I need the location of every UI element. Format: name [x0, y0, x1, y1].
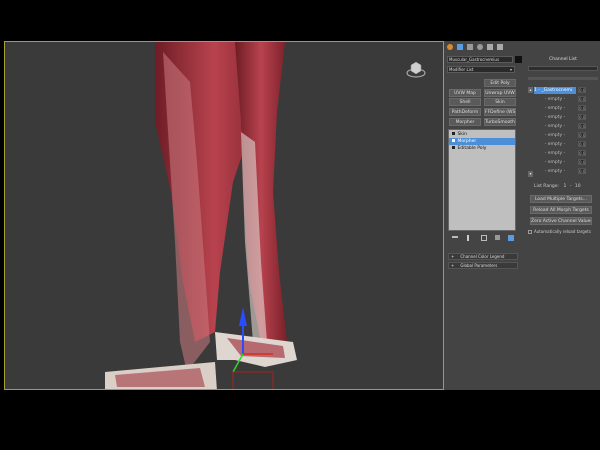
- object-color-swatch[interactable]: [515, 56, 522, 63]
- channel-separator: [528, 77, 598, 80]
- load-multiple-targets-button[interactable]: Load Multiple Targets...: [530, 195, 592, 203]
- rollout-plus-icon: +: [451, 254, 455, 259]
- unwrap-uvw-button[interactable]: Unwrap UVW: [484, 89, 516, 97]
- edit-poly-button[interactable]: Edit Poly: [484, 79, 516, 87]
- morpher-button[interactable]: Morpher: [449, 118, 481, 126]
- anatomy-render: [105, 42, 297, 389]
- create-icon[interactable]: [447, 44, 453, 50]
- channel-item-empty[interactable]: - empty -: [534, 123, 576, 130]
- rollout-label: Global Parameters: [460, 263, 498, 268]
- stack-item-editable-poly[interactable]: Editable Poly: [449, 145, 515, 152]
- scroll-up-icon[interactable]: ▴: [528, 87, 533, 93]
- channel-value-spinner[interactable]: 0.0: [578, 114, 586, 120]
- checkbox-label: Automatically reload targets: [534, 229, 591, 234]
- channel-list-header: Channel List: [549, 57, 577, 62]
- channel-value-spinner[interactable]: 0.0: [578, 96, 586, 102]
- channel-item-empty[interactable]: - empty -: [534, 114, 576, 121]
- channel-value-spinner[interactable]: 0.0: [578, 105, 586, 111]
- rollout-plus-icon: +: [451, 263, 455, 268]
- channel-value-spinner[interactable]: 0.0: [578, 159, 586, 165]
- modifier-list-dropdown[interactable]: Modifier List: [447, 66, 515, 73]
- channel-value-spinner[interactable]: 0.0: [578, 123, 586, 129]
- list-range-label: List Range:: [534, 184, 560, 189]
- channel-item-empty[interactable]: - empty -: [534, 150, 576, 157]
- stack-item-skin[interactable]: Skin: [449, 131, 515, 138]
- chevron-down-icon: ▾: [510, 67, 513, 72]
- stack-item-label: Skin: [457, 132, 468, 137]
- ffdefine-button[interactable]: FFDefine (WS): [484, 108, 516, 116]
- checkbox-icon[interactable]: [528, 230, 532, 234]
- list-range-separator: -: [569, 184, 572, 189]
- list-range-from[interactable]: 1: [564, 183, 567, 191]
- channel-item-empty[interactable]: - empty -: [534, 132, 576, 139]
- modify-icon[interactable]: [457, 44, 463, 50]
- channel-value-spinner[interactable]: 0.0: [578, 141, 586, 147]
- stack-item-label: Morpher: [457, 139, 477, 144]
- reload-all-morph-targets-button[interactable]: Reload All Morph Targets: [530, 206, 592, 214]
- make-unique-icon[interactable]: [481, 235, 487, 241]
- channel-item-empty[interactable]: - empty -: [534, 96, 576, 103]
- light-bulb-icon[interactable]: [452, 146, 455, 149]
- turbosmooth-button[interactable]: TurboSmooth: [484, 118, 516, 126]
- rollout-global-parameters[interactable]: + Global Parameters: [448, 262, 518, 269]
- skin-button[interactable]: Skin: [484, 98, 516, 106]
- channel-progress-bar: [528, 66, 598, 71]
- shell-button[interactable]: Shell: [449, 98, 481, 106]
- uvw-map-button[interactable]: UVW Map: [449, 89, 481, 97]
- configure-modifier-sets-icon[interactable]: [508, 235, 514, 241]
- channel-value-spinner[interactable]: 0.0: [578, 168, 586, 174]
- channel-item-empty[interactable]: - empty -: [534, 105, 576, 112]
- stack-toolbar: [450, 235, 516, 243]
- channel-item-empty[interactable]: - empty -: [534, 168, 576, 175]
- viewport-perspective[interactable]: [4, 41, 444, 390]
- zero-active-channel-values-button[interactable]: Zero Active Channel Values: [530, 217, 592, 225]
- pathdeform-button[interactable]: PathDeform: [449, 108, 481, 116]
- channel-value-spinner[interactable]: 0.0: [578, 132, 586, 138]
- scroll-down-icon[interactable]: ▾: [528, 171, 533, 177]
- list-range-to[interactable]: 10: [575, 184, 581, 189]
- list-range: List Range: 1 - 10: [534, 183, 598, 191]
- modifier-stack: Skin Morpher Editable Poly: [448, 129, 516, 231]
- viewcube-icon[interactable]: [406, 59, 426, 79]
- channel-value-spinner[interactable]: 0.0: [578, 150, 586, 156]
- channel-item-1[interactable]: 1 - _Gastrocnemi: [534, 87, 576, 94]
- object-name-field[interactable]: Muscular_Gastrocnemius: [447, 56, 513, 63]
- light-bulb-icon[interactable]: [452, 132, 455, 135]
- channel-value-spinner[interactable]: 0.0: [578, 87, 586, 93]
- motion-icon[interactable]: [477, 44, 483, 50]
- rollout-channel-color-legend[interactable]: + Channel Color Legend: [448, 253, 518, 260]
- show-end-result-icon[interactable]: [467, 235, 469, 241]
- pin-stack-icon[interactable]: [452, 236, 458, 238]
- light-bulb-icon[interactable]: [452, 139, 455, 142]
- remove-modifier-icon[interactable]: [495, 235, 500, 240]
- display-icon[interactable]: [487, 44, 493, 50]
- channel-list: 1 - _Gastrocnemi - empty - - empty - - e…: [534, 87, 576, 181]
- rollout-label: Channel Color Legend: [460, 254, 505, 259]
- command-panel: Muscular_Gastrocnemius Modifier List ▾ E…: [444, 41, 600, 390]
- channel-item-empty[interactable]: - empty -: [534, 159, 576, 166]
- command-panel-tabs: [446, 43, 506, 52]
- channel-item-empty[interactable]: - empty -: [534, 141, 576, 148]
- stack-item-label: Editable Poly: [457, 146, 487, 151]
- stack-item-morpher[interactable]: Morpher: [449, 138, 515, 145]
- auto-reload-targets-option[interactable]: Automatically reload targets: [528, 228, 598, 235]
- utilities-icon[interactable]: [497, 44, 503, 50]
- hierarchy-icon[interactable]: [467, 44, 473, 50]
